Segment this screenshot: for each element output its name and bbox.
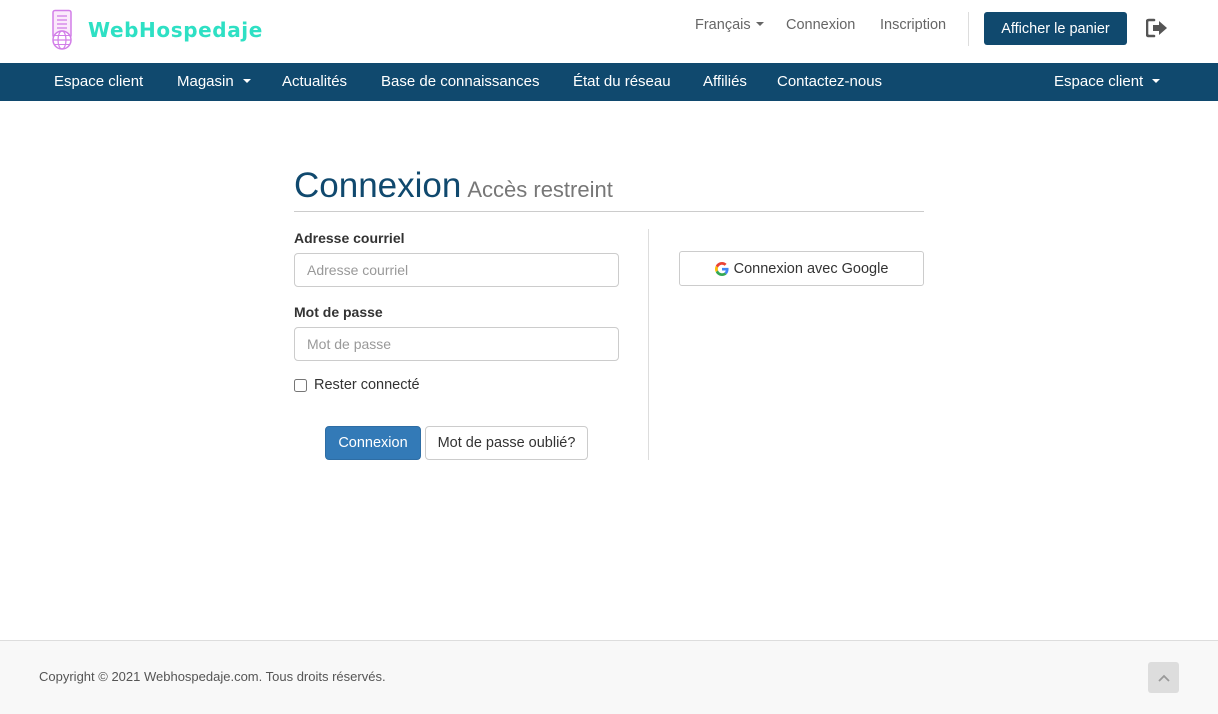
nav-item-label: Base de connaissances xyxy=(381,73,540,90)
remember-me-checkbox[interactable] xyxy=(294,378,307,392)
brand-name: WebHospedaje xyxy=(88,18,263,42)
page-title-main: Connexion xyxy=(294,166,462,205)
login-link-label: Connexion xyxy=(786,17,856,33)
forgot-password-button[interactable]: Mot de passe oublié? xyxy=(425,426,588,460)
caret-down-icon xyxy=(755,22,764,27)
page-title: Connexion Accès restreint xyxy=(294,166,613,206)
register-link[interactable]: Inscription xyxy=(880,17,946,33)
title-divider xyxy=(294,211,924,212)
language-selector[interactable]: Français xyxy=(695,17,764,33)
copyright-text: Copyright © 2021 Webhospedaje.com. Tous … xyxy=(39,669,386,684)
google-icon xyxy=(714,261,729,276)
password-label: Mot de passe xyxy=(294,304,383,320)
brand-logo[interactable]: WebHospedaje xyxy=(46,9,263,51)
back-to-top-button[interactable] xyxy=(1148,662,1179,693)
header-divider xyxy=(968,12,969,46)
sign-out-icon[interactable] xyxy=(1145,18,1168,38)
server-globe-icon xyxy=(52,9,72,50)
account-menu-label: Espace client xyxy=(1054,73,1144,90)
nav-item-label: État du réseau xyxy=(573,73,671,90)
google-login-button[interactable]: Connexion avec Google xyxy=(679,251,924,286)
account-menu[interactable]: Espace client xyxy=(1054,73,1161,90)
nav-item-store[interactable]: Magasin xyxy=(177,73,251,90)
password-input[interactable] xyxy=(294,327,619,361)
column-divider xyxy=(648,229,649,460)
email-label: Adresse courriel xyxy=(294,230,405,246)
nav-item-affiliates[interactable]: Affiliés xyxy=(703,73,747,90)
nav-item-label: Espace client xyxy=(54,73,144,90)
nav-item-label: Affiliés xyxy=(703,73,747,90)
nav-item-client-area[interactable]: Espace client xyxy=(54,73,143,90)
login-submit-button[interactable]: Connexion xyxy=(325,426,421,460)
remember-me-label: Rester connecté xyxy=(314,377,420,393)
nav-item-knowledgebase[interactable]: Base de connaissances xyxy=(381,73,539,90)
page-title-subtitle: Accès restreint xyxy=(467,177,613,202)
nav-item-label: Magasin xyxy=(177,73,234,90)
page-footer: Copyright © 2021 Webhospedaje.com. Tous … xyxy=(0,640,1218,714)
google-login-label: Connexion avec Google xyxy=(733,260,889,277)
view-cart-button[interactable]: Afficher le panier xyxy=(984,12,1127,45)
caret-down-icon xyxy=(242,79,251,84)
remember-me[interactable]: Rester connecté xyxy=(294,377,420,393)
nav-item-network-status[interactable]: État du réseau xyxy=(573,73,671,90)
nav-item-news[interactable]: Actualités xyxy=(282,73,347,90)
email-input[interactable] xyxy=(294,253,619,287)
language-label: Français xyxy=(695,17,751,33)
nav-item-contact[interactable]: Contactez-nous xyxy=(777,73,882,90)
register-link-label: Inscription xyxy=(880,17,947,33)
login-link[interactable]: Connexion xyxy=(786,17,855,33)
top-header: WebHospedaje Français Connexion Inscript… xyxy=(0,0,1218,63)
chevron-up-icon xyxy=(1157,674,1170,682)
nav-item-label: Actualités xyxy=(282,73,348,90)
nav-item-label: Contactez-nous xyxy=(777,73,883,90)
main-navbar: Espace client Magasin Actualités Base de… xyxy=(0,63,1218,101)
caret-down-icon xyxy=(1152,79,1161,84)
